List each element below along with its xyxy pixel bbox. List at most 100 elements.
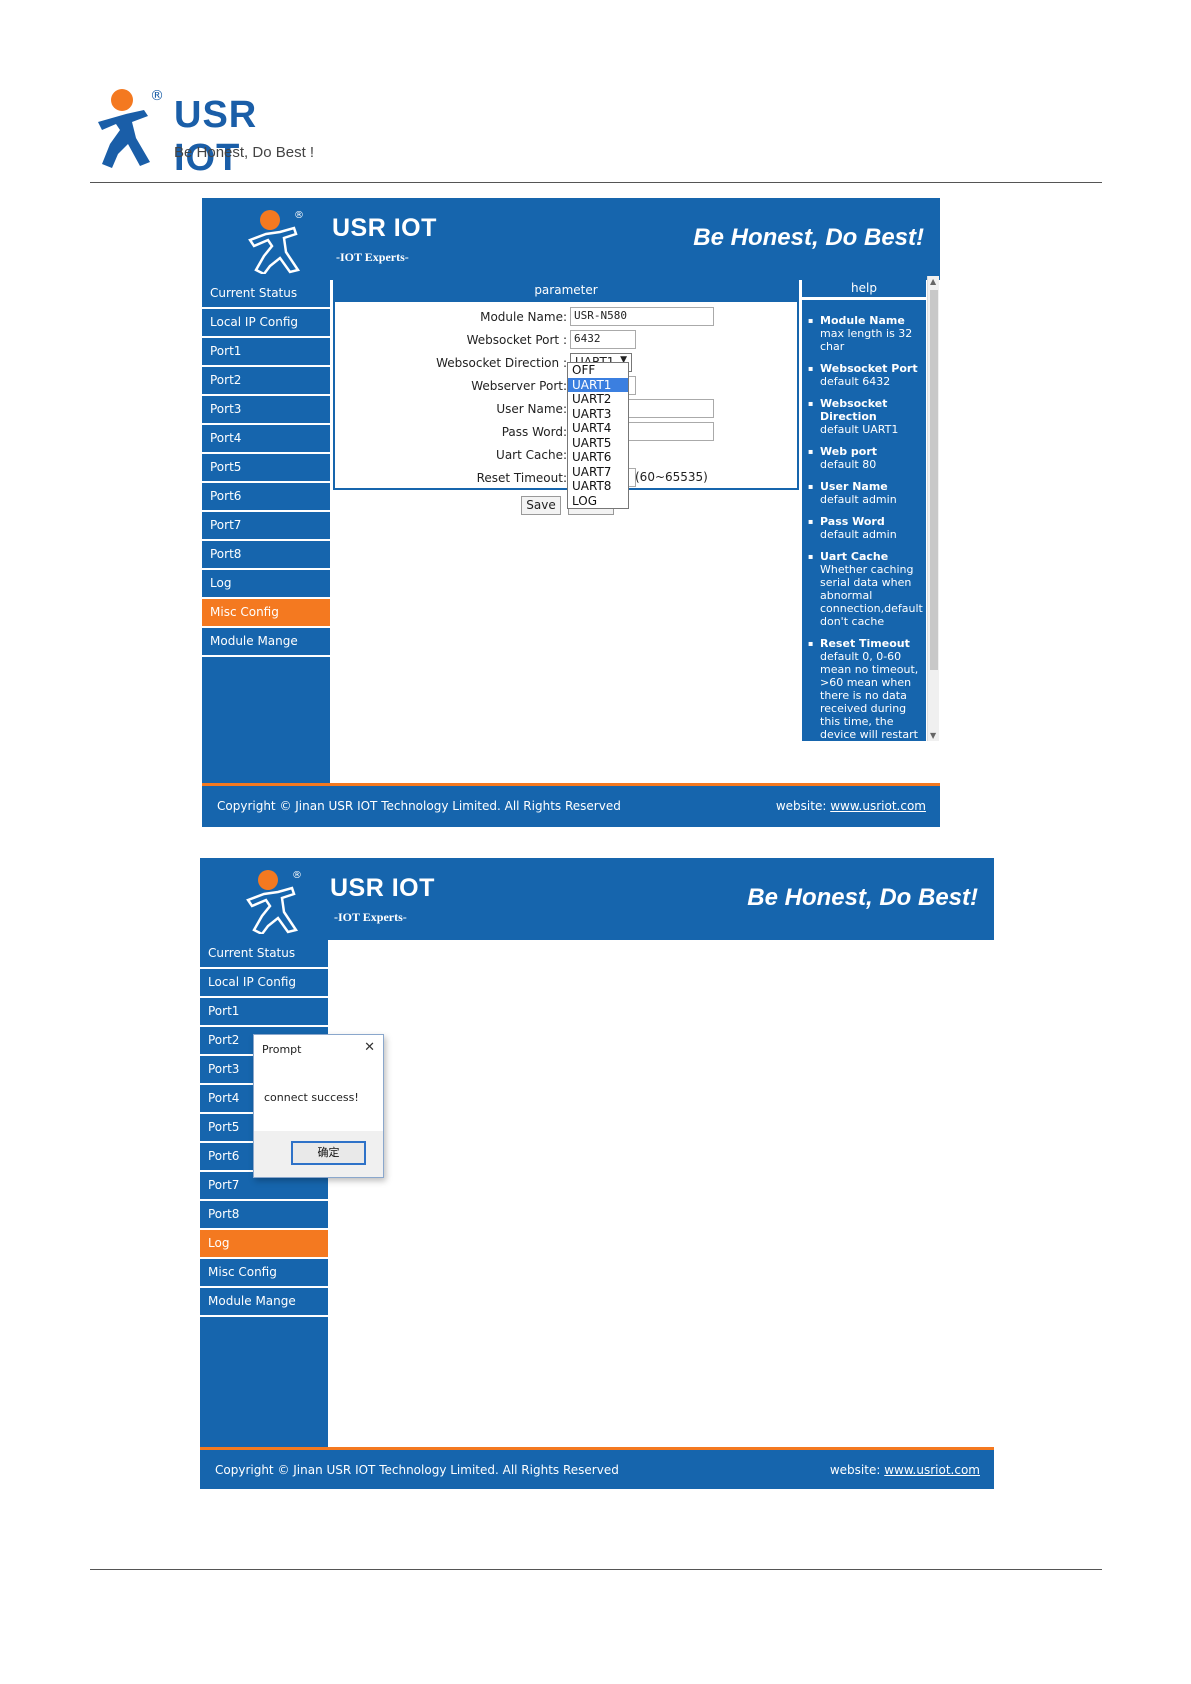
sidebar-item-port8[interactable]: Port8 bbox=[202, 541, 330, 570]
sidebar-item-port3[interactable]: Port3 bbox=[202, 396, 330, 425]
logo-wordmark: USR IOT bbox=[174, 94, 258, 179]
dropdown-option-uart3[interactable]: UART3 bbox=[568, 407, 628, 422]
sidebar-item-local-ip-config[interactable]: Local IP Config bbox=[200, 969, 328, 998]
website-link[interactable]: www.usriot.com bbox=[830, 799, 926, 813]
usr-mascot-icon: ® bbox=[246, 870, 302, 934]
help-item-text: default admin bbox=[820, 493, 897, 506]
help-item: Websocket Directiondefault UART1 bbox=[808, 397, 922, 436]
sidebar-item-module-mange[interactable]: Module Mange bbox=[202, 628, 330, 657]
sidebar-nav: Current Status Local IP Config Port1 Por… bbox=[200, 940, 328, 1447]
help-item: Reset Timeoutdefault 0, 0-60 mean no tim… bbox=[808, 637, 922, 741]
sidebar-item-current-status[interactable]: Current Status bbox=[202, 280, 330, 309]
dropdown-option-uart2[interactable]: UART2 bbox=[568, 392, 628, 407]
sidebar-item-misc-config[interactable]: Misc Config bbox=[200, 1259, 328, 1288]
help-title: help bbox=[802, 276, 926, 300]
pass-word-label: Pass Word: bbox=[501, 425, 567, 439]
app-header: ® USR IOT -IOT Experts- Be Honest, Do Be… bbox=[202, 198, 940, 280]
sidebar-item-log[interactable]: Log bbox=[200, 1230, 328, 1259]
dialog-footer: 确定 bbox=[254, 1131, 383, 1177]
dropdown-option-uart6[interactable]: UART6 bbox=[568, 450, 628, 465]
dropdown-option-uart1[interactable]: UART1 bbox=[568, 377, 628, 392]
webserver-port-label: Webserver Port: bbox=[471, 379, 567, 393]
sidebar-item-port2[interactable]: Port2 bbox=[202, 367, 330, 396]
usr-mascot-icon: ® bbox=[248, 210, 304, 274]
help-item: User Namedefault admin bbox=[808, 480, 922, 506]
screenshot-misc-config: ® USR IOT -IOT Experts- Be Honest, Do Be… bbox=[202, 198, 940, 827]
reset-timeout-label: Reset Timeout: bbox=[476, 471, 567, 485]
help-list: Module Namemax length is 32 char Websock… bbox=[802, 300, 926, 741]
sidebar-item-misc-config[interactable]: Misc Config bbox=[202, 599, 330, 628]
sidebar-nav: Current Status Local IP Config Port1 Por… bbox=[202, 280, 330, 783]
app-subtitle: -IOT Experts- bbox=[336, 250, 409, 264]
sidebar-item-port7[interactable]: Port7 bbox=[202, 512, 330, 541]
help-item-text: default 6432 bbox=[820, 375, 891, 388]
sidebar-item-port1[interactable]: Port1 bbox=[202, 338, 330, 367]
help-item-text: Whether caching serial data when abnorma… bbox=[820, 563, 923, 628]
dropdown-option-off[interactable]: OFF bbox=[568, 363, 628, 378]
dialog-title: Prompt bbox=[262, 1043, 302, 1056]
sidebar-item-port4[interactable]: Port4 bbox=[202, 425, 330, 454]
app-brand: USR IOT bbox=[330, 874, 435, 902]
app-footer: Copyright © Jinan USR IOT Technology Lim… bbox=[200, 1447, 994, 1489]
screenshot-log-prompt: ® USR IOT -IOT Experts- Be Honest, Do Be… bbox=[200, 858, 994, 1489]
sidebar-item-local-ip-config[interactable]: Local IP Config bbox=[202, 309, 330, 338]
scroll-up-icon[interactable]: ▲ bbox=[930, 277, 936, 286]
user-name-label: User Name: bbox=[496, 402, 567, 416]
dropdown-option-log[interactable]: LOG bbox=[568, 494, 628, 509]
websocket-port-input[interactable]: 6432 bbox=[570, 330, 636, 349]
document-logo: ® USR IOT Be Honest, Do Best ! bbox=[92, 88, 332, 179]
dropdown-option-uart8[interactable]: UART8 bbox=[568, 479, 628, 494]
uart-cache-label: Uart Cache: bbox=[496, 448, 567, 462]
ok-button[interactable]: 确定 bbox=[291, 1141, 366, 1165]
scroll-thumb[interactable] bbox=[930, 290, 938, 670]
website-label: website: bbox=[775, 799, 827, 813]
help-item-text: default 80 bbox=[820, 458, 877, 471]
sidebar-item-module-mange[interactable]: Module Mange bbox=[200, 1288, 328, 1317]
sidebar-item-port1[interactable]: Port1 bbox=[200, 998, 328, 1027]
help-item: Pass Worddefault admin bbox=[808, 515, 922, 541]
close-icon[interactable]: ✕ bbox=[364, 1040, 375, 1055]
websocket-direction-label: Websocket Direction : bbox=[436, 356, 567, 370]
dropdown-option-uart4[interactable]: UART4 bbox=[568, 421, 628, 436]
dialog-message: connect success! bbox=[264, 1091, 359, 1104]
help-item-title: Web port bbox=[820, 445, 878, 458]
dropdown-option-uart7[interactable]: UART7 bbox=[568, 465, 628, 480]
svg-text:®: ® bbox=[292, 870, 302, 881]
website-link[interactable]: www.usriot.com bbox=[884, 1463, 980, 1477]
help-item: Websocket Portdefault 6432 bbox=[808, 362, 922, 388]
sidebar-item-port5[interactable]: Port5 bbox=[202, 454, 330, 483]
help-scrollbar[interactable]: ▲ ▼ bbox=[927, 276, 939, 741]
sidebar-item-current-status[interactable]: Current Status bbox=[200, 940, 328, 969]
app-slogan: Be Honest, Do Best! bbox=[693, 224, 924, 251]
save-button[interactable]: Save bbox=[521, 496, 561, 515]
help-item-text: default 0, 0-60 mean no timeout, >60 mea… bbox=[820, 650, 919, 741]
help-item-title: Websocket Port bbox=[820, 362, 918, 375]
website-label: website: bbox=[829, 1463, 881, 1477]
footer-rule bbox=[90, 1569, 1102, 1570]
svg-text:®: ® bbox=[294, 210, 304, 221]
parameter-panel: parameter Module Name: USR-N580 Websocke… bbox=[333, 276, 799, 490]
module-name-row: Module Name: USR-N580 bbox=[335, 307, 801, 329]
module-name-input[interactable]: USR-N580 bbox=[570, 307, 714, 326]
websocket-port-label: Websocket Port : bbox=[466, 333, 567, 347]
sidebar-item-log[interactable]: Log bbox=[202, 570, 330, 599]
help-item: Module Namemax length is 32 char bbox=[808, 314, 922, 353]
help-item-title: Uart Cache bbox=[820, 550, 889, 563]
logo-tagline: Be Honest, Do Best ! bbox=[174, 144, 315, 161]
website-info: website: www.usriot.com bbox=[830, 1463, 980, 1477]
scroll-down-icon[interactable]: ▼ bbox=[930, 731, 936, 740]
help-item-title: Module Name bbox=[820, 314, 905, 327]
website-info: website: www.usriot.com bbox=[776, 799, 926, 813]
app-footer: Copyright © Jinan USR IOT Technology Lim… bbox=[202, 783, 940, 827]
reset-timeout-hint: (60~65535) bbox=[635, 470, 708, 484]
help-item-title: User Name bbox=[820, 480, 888, 493]
prompt-dialog: Prompt ✕ connect success! 确定 bbox=[253, 1034, 384, 1178]
sidebar-item-port8[interactable]: Port8 bbox=[200, 1201, 328, 1230]
copyright-text: Copyright © Jinan USR IOT Technology Lim… bbox=[215, 1463, 619, 1477]
help-item-title: Websocket Direction bbox=[820, 397, 888, 423]
app-brand: USR IOT bbox=[332, 214, 437, 242]
help-panel: help Module Namemax length is 32 char We… bbox=[802, 276, 926, 741]
sidebar-item-port6[interactable]: Port6 bbox=[202, 483, 330, 512]
help-item-title: Pass Word bbox=[820, 515, 885, 528]
dropdown-option-uart5[interactable]: UART5 bbox=[568, 436, 628, 451]
